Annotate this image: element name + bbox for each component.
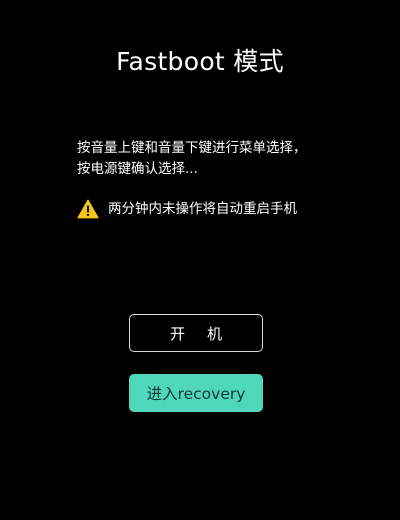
enter-recovery-button[interactable]: 进入recovery <box>129 374 263 412</box>
boot-button-label-char-1: 开 <box>169 324 185 343</box>
warning-triangle-icon <box>77 199 99 219</box>
instructions-text: 按音量上键和音量下键进行菜单选择， 按电源键确认选择... <box>77 138 377 180</box>
page-title: Fastboot 模式 <box>116 47 284 76</box>
boot-button-label-char-2: 机 <box>207 324 223 343</box>
enter-recovery-label: 进入recovery <box>146 385 246 403</box>
fastboot-screen: Fastboot 模式 按音量上键和音量下键进行菜单选择， 按电源键确认选择..… <box>0 0 400 520</box>
instruction-line-2: 按电源键确认选择... <box>77 161 198 177</box>
instruction-line-1: 按音量上键和音量下键进行菜单选择， <box>77 140 307 156</box>
warning-text: 两分钟内未操作将自动重启手机 <box>108 201 297 217</box>
warning-notice: 两分钟内未操作将自动重启手机 <box>77 199 297 219</box>
boot-button[interactable]: 开 机 <box>129 314 263 352</box>
